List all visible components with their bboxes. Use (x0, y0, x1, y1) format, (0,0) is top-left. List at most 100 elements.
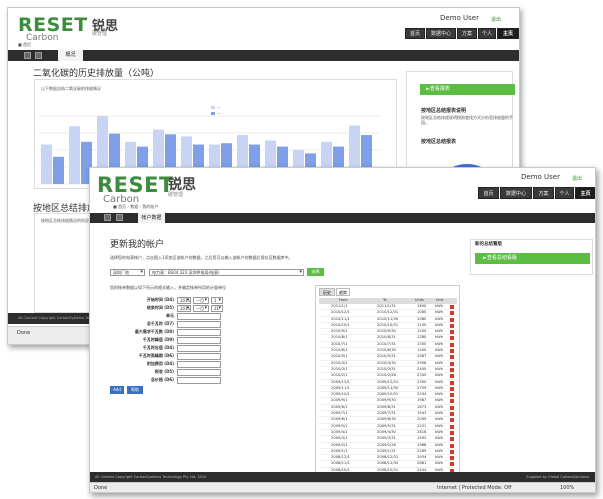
cell-to: 2010/7/31 (377, 341, 396, 346)
delete-icon[interactable] (450, 437, 454, 442)
view-report-button[interactable]: ►查看报表 (420, 84, 515, 95)
form-input[interactable] (177, 369, 221, 376)
meter-select[interactable]: 电力表：BS04 323 深圳供电局(电表) (149, 269, 304, 276)
nav-home[interactable]: 首页 (478, 187, 499, 199)
refresh-icon[interactable] (116, 214, 123, 221)
form-input[interactable] (177, 353, 221, 360)
form-input[interactable] (177, 361, 221, 368)
form-input[interactable] (177, 377, 221, 384)
breadcrumb[interactable]: ■ 首页 (18, 42, 31, 48)
form-input[interactable] (177, 337, 221, 344)
delete-icon[interactable] (450, 323, 454, 328)
form-input[interactable] (177, 321, 221, 328)
form-input[interactable] (177, 345, 221, 352)
delete-icon[interactable] (450, 349, 454, 354)
delete-icon[interactable] (450, 317, 454, 322)
cell-from: 2010/7/1 (331, 341, 348, 346)
cell-from: 2009/4/1 (331, 429, 348, 434)
delete-icon[interactable] (450, 330, 454, 335)
delete-icon[interactable] (450, 399, 454, 404)
date-day-select[interactable]: 31 (211, 305, 223, 312)
tab-overview[interactable]: 概况 (58, 50, 83, 61)
delete-icon[interactable] (450, 424, 454, 429)
delete-icon[interactable] (450, 430, 454, 435)
cell-units: 1300 (417, 341, 427, 346)
date-month-select[interactable]: 一月 (193, 297, 209, 304)
form-label: 附加费用 (D4) (146, 361, 174, 366)
delete-icon[interactable] (450, 443, 454, 448)
delete-icon[interactable] (450, 374, 454, 379)
delete-icon[interactable] (450, 361, 454, 366)
cell-to: 2010/2/28 (377, 373, 396, 378)
nav-main[interactable]: 主页 (575, 187, 595, 199)
summary-board-title: 新的总结看版 (475, 242, 502, 247)
date-year-select[interactable]: 2011 (177, 305, 191, 312)
cell-units: 1943 (417, 411, 427, 416)
date-day-select[interactable]: 1 (211, 297, 223, 304)
cell-to: 2008/11/30 (377, 461, 399, 466)
tab-trend[interactable]: 趋势 (336, 288, 350, 296)
cell-from: 2010/6/1 (331, 348, 348, 353)
delete-icon[interactable] (450, 342, 454, 347)
select-button[interactable]: 选择 (307, 268, 324, 276)
nav-home[interactable]: 首页 (405, 28, 425, 39)
cell-units: 1673 (417, 404, 427, 409)
delete-icon[interactable] (450, 355, 454, 360)
form-input[interactable] (177, 329, 221, 336)
nav-personal[interactable]: 个人 (478, 28, 496, 39)
tab-account-data[interactable]: 帐户数据 (138, 213, 165, 223)
delete-icon[interactable] (450, 311, 454, 316)
cell-to: 2009/12/31 (377, 379, 399, 384)
cell-units: 1280 (417, 335, 427, 340)
delete-icon[interactable] (450, 449, 454, 454)
breadcrumb[interactable]: ■ 首页 › 数据 › 我的账户 (113, 204, 158, 210)
refresh-icon[interactable] (35, 52, 42, 59)
form-label: 千瓦时峰值 (D9) (142, 337, 174, 342)
logo-cn-subtitle: 碳管理 (92, 31, 108, 37)
chart-legend: — — (211, 104, 221, 116)
cell-units: 2816 (417, 429, 427, 434)
cell-units: 2231 (417, 423, 427, 428)
user-name: Demo User (440, 14, 479, 22)
form-input[interactable] (177, 313, 221, 320)
help-button[interactable]: 帮助 (127, 386, 143, 394)
add-button[interactable]: Add (110, 386, 124, 394)
logout-link[interactable]: 退出 (491, 16, 501, 23)
nav-main[interactable]: 主页 (497, 28, 519, 39)
cell-to: 2010/3/31 (377, 366, 396, 371)
delete-icon[interactable] (450, 462, 454, 467)
delete-icon[interactable] (450, 380, 454, 385)
cell-units: 2300 (417, 379, 427, 384)
delete-icon[interactable] (450, 412, 454, 417)
delete-icon[interactable] (450, 336, 454, 341)
delete-icon[interactable] (450, 386, 454, 391)
nav-data-center[interactable]: 数据中心 (500, 187, 532, 199)
cell-units: 1987 (417, 398, 427, 403)
nav-plans[interactable]: 方案 (533, 187, 554, 199)
cell-unit: kWh (435, 322, 444, 327)
back-arrow-icon[interactable] (24, 52, 31, 59)
cell-unit: kWh (435, 429, 444, 434)
cell-to: 2009/10/31 (377, 392, 399, 397)
date-year-select[interactable]: 2011 (177, 297, 191, 304)
tab-history[interactable]: 历史 (319, 288, 335, 296)
cell-units: 2881 (417, 461, 427, 466)
nav-data-center[interactable]: 数据中心 (426, 28, 456, 39)
delete-icon[interactable] (450, 367, 454, 372)
back-arrow-icon[interactable] (104, 214, 111, 221)
cell-units: 1600 (417, 304, 427, 308)
delete-icon[interactable] (450, 305, 454, 309)
site-select[interactable]: 深圳厂地 (110, 269, 145, 276)
delete-icon[interactable] (450, 456, 454, 461)
view-summary-button[interactable]: ►查看总结看版 (475, 253, 590, 264)
delete-icon[interactable] (450, 405, 454, 410)
logout-link[interactable]: 退出 (572, 175, 582, 182)
cell-unit: kWh (435, 348, 444, 353)
cell-to: 2010/11/30 (377, 316, 399, 321)
nav-plans[interactable]: 方案 (457, 28, 477, 39)
date-month-select[interactable]: 一月 (193, 305, 209, 312)
delete-icon[interactable] (450, 393, 454, 398)
nav-personal[interactable]: 个人 (555, 187, 574, 199)
delete-icon[interactable] (450, 418, 454, 423)
zoom-level[interactable]: 100% (560, 483, 574, 492)
